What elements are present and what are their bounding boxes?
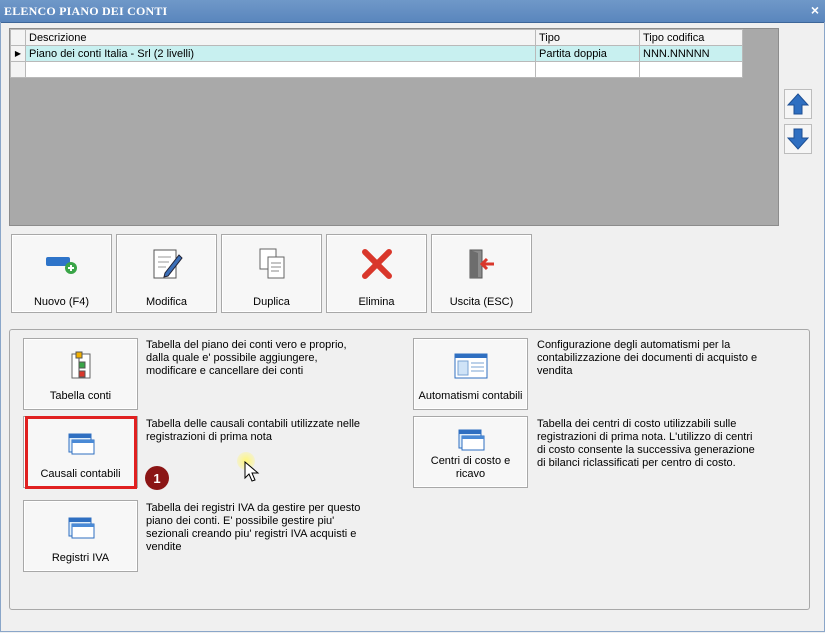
automatismi-description: Configurazione degli automatismi per la … — [537, 339, 758, 377]
registri-iva-label: Registri IVA — [51, 552, 110, 564]
table-row-new[interactable] — [10, 61, 743, 78]
piano-conti-grid[interactable]: Descrizione Tipo Tipo codifica ▶ Piano d… — [9, 28, 779, 226]
causali-contabili-description: Tabella delle causali contabili utilizza… — [146, 418, 361, 443]
modifica-button[interactable]: Modifica — [116, 234, 217, 313]
automatismi-contabili-label: Automatismi contabili — [418, 390, 523, 402]
move-down-button[interactable] — [784, 124, 812, 154]
automatismi-contabili-button[interactable]: Automatismi contabili — [413, 338, 528, 410]
row-indicator-icon: ▶ — [10, 45, 26, 62]
elimina-label: Elimina — [358, 296, 395, 308]
title-bar: ELENCO PIANO DEI CONTI × — [0, 0, 825, 23]
window-list-icon — [458, 429, 484, 451]
spreadsheet-window-icon — [454, 353, 487, 379]
modifica-label: Modifica — [146, 296, 187, 308]
tabella-conti-button[interactable]: Tabella conti — [23, 338, 138, 410]
uscita-label: Uscita (ESC) — [449, 296, 514, 308]
column-header-tipo[interactable]: Tipo — [535, 29, 640, 46]
registri-iva-description: Tabella dei registri IVA da gestire per … — [146, 502, 361, 553]
centri-costo-description: Tabella dei centri di costo utilizzabili… — [537, 418, 755, 469]
arrow-up-icon — [787, 93, 809, 115]
edit-icon — [153, 249, 183, 279]
duplicate-icon — [259, 248, 284, 279]
tabella-conti-label: Tabella conti — [49, 390, 112, 402]
step-badge: 1 — [145, 466, 169, 490]
causali-contabili-label: Causali contabili — [40, 468, 121, 480]
mouse-cursor-icon — [244, 461, 260, 482]
tabella-conti-description: Tabella del piano dei conti vero e propr… — [146, 339, 347, 377]
column-header-descrizione[interactable]: Descrizione — [25, 29, 536, 46]
cell-tipo[interactable]: Partita doppia — [535, 45, 640, 62]
cell-descrizione[interactable]: Piano dei conti Italia - Srl (2 livelli) — [25, 45, 536, 62]
centri-di-costo-label: Centri di costo e ricavo — [430, 455, 511, 480]
duplica-label: Duplica — [253, 296, 290, 308]
window-list-icon — [68, 517, 94, 539]
registri-iva-button[interactable]: Registri IVA — [23, 500, 138, 572]
move-up-button[interactable] — [784, 89, 812, 119]
grid-header-row: Descrizione Tipo Tipo codifica — [10, 29, 743, 46]
grid-table: Descrizione Tipo Tipo codifica ▶ Piano d… — [10, 29, 743, 78]
delete-x-icon — [361, 249, 392, 279]
elimina-button[interactable]: Elimina — [326, 234, 427, 313]
account-tree-icon — [71, 351, 90, 379]
cell-empty[interactable] — [535, 61, 640, 78]
centri-di-costo-button[interactable]: Centri di costo e ricavo — [413, 416, 528, 488]
table-row[interactable]: ▶ Piano dei conti Italia - Srl (2 livell… — [10, 45, 743, 62]
exit-door-icon — [469, 249, 494, 279]
nuovo-button[interactable]: Nuovo (F4) — [11, 234, 112, 313]
new-item-icon — [45, 257, 77, 274]
grid-header-indicator — [10, 29, 26, 46]
uscita-button[interactable]: Uscita (ESC) — [431, 234, 532, 313]
row-indicator-empty — [10, 61, 26, 78]
duplica-button[interactable]: Duplica — [221, 234, 322, 313]
window-list-icon — [68, 433, 94, 455]
cell-empty[interactable] — [25, 61, 536, 78]
window-title: ELENCO PIANO DEI CONTI — [4, 4, 168, 18]
column-header-tipo-codifica[interactable]: Tipo codifica — [639, 29, 743, 46]
close-icon[interactable]: × — [811, 2, 819, 18]
arrow-down-icon — [787, 128, 809, 150]
causali-contabili-button[interactable]: Causali contabili — [23, 416, 138, 488]
cell-tipo-codifica[interactable]: NNN.NNNNN — [639, 45, 743, 62]
cell-empty[interactable] — [639, 61, 743, 78]
nuovo-label: Nuovo (F4) — [33, 296, 90, 308]
